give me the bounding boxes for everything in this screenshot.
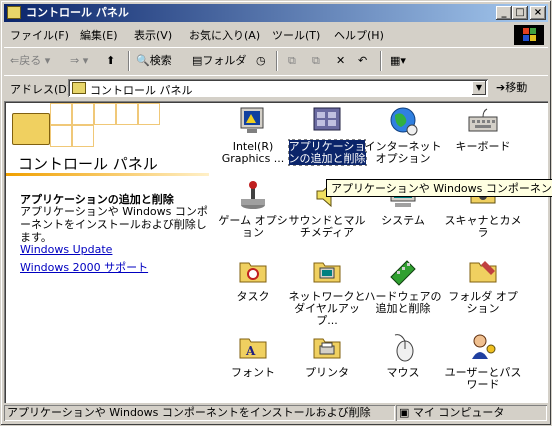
- selected-item-description: アプリケーションや Windows コンポーネントをインストールおよび削除します…: [20, 205, 208, 244]
- title-bar[interactable]: コントロール パネル _ □ ×: [4, 4, 548, 22]
- back-arrow-icon: ⇐: [10, 54, 20, 67]
- window-title: コントロール パネル: [26, 6, 129, 19]
- views-icon[interactable]: ▦▾: [390, 52, 406, 70]
- item-network-dialup[interactable]: ネットワークとダイヤルアップ...: [288, 255, 366, 327]
- menu-edit[interactable]: 編集(E): [80, 27, 118, 43]
- forward-button[interactable]: ⇒ ▾: [70, 52, 88, 70]
- go-button[interactable]: ➔移動: [496, 79, 548, 97]
- item-internet-options[interactable]: インターネット オプション: [364, 105, 442, 165]
- add-remove-programs-icon: [311, 105, 343, 137]
- back-button[interactable]: ⇐戻る ▾: [10, 52, 50, 70]
- chevron-down-icon[interactable]: ▼: [472, 81, 486, 95]
- folders-icon: ▤: [192, 54, 203, 67]
- search-icon: 🔍: [136, 54, 150, 67]
- control-panel-icon: [7, 6, 21, 19]
- hardware-icon: [387, 255, 419, 287]
- item-intel-graphics[interactable]: Intel(R) Graphics ...: [214, 105, 292, 165]
- menu-view[interactable]: 表示(V): [134, 27, 172, 43]
- network-icon: [311, 255, 343, 287]
- item-folder-options[interactable]: フォルダ オプション: [444, 255, 522, 315]
- task-folder-icon: [237, 255, 269, 287]
- page-title: コントロール パネル: [18, 155, 158, 173]
- printer-folder-icon: [311, 331, 343, 363]
- folder-options-icon: [467, 255, 499, 287]
- up-folder-icon[interactable]: ⬆: [106, 52, 115, 70]
- users-passwords-icon: [467, 331, 499, 363]
- menu-bar: ファイル(F) 編集(E) 表示(V) お気に入り(A) ツール(T) ヘルプ(…: [4, 24, 548, 45]
- close-button[interactable]: ×: [530, 6, 546, 20]
- content-area: コントロール パネル アプリケーションの追加と削除 アプリケーションや Wind…: [4, 101, 548, 403]
- address-value: コントロール パネル: [90, 84, 193, 97]
- joystick-icon: [237, 179, 269, 211]
- standard-toolbar: ⇐戻る ▾ ⇒ ▾ ⬆ 🔍検索 ▤フォルダ ◷ ⧉ ⧉ ✕ ↶ ▦▾: [4, 47, 548, 74]
- windows-support-link[interactable]: Windows 2000 サポート: [20, 259, 148, 275]
- menu-help[interactable]: ヘルプ(H): [334, 27, 384, 43]
- address-bar: アドレス(D) コントロール パネル ▼ ➔移動: [4, 75, 548, 100]
- control-panel-icon: [72, 82, 86, 94]
- item-scheduled-tasks[interactable]: タスク: [214, 255, 292, 303]
- address-field[interactable]: コントロール パネル ▼: [68, 79, 488, 97]
- search-button[interactable]: 🔍検索: [136, 52, 172, 70]
- control-panel-large-icon: [12, 113, 50, 145]
- move-to-icon[interactable]: ⧉: [288, 52, 296, 70]
- status-zone: ▣ マイ コンピュータ: [396, 405, 547, 421]
- item-add-remove-programs[interactable]: アプリケーションの追加と削除: [287, 105, 367, 166]
- windows-update-link[interactable]: Windows Update: [20, 243, 112, 256]
- go-arrow-icon: ➔: [496, 81, 506, 94]
- maximize-button[interactable]: □: [512, 6, 528, 20]
- mouse-icon: [387, 331, 419, 363]
- item-keyboard[interactable]: キーボード: [444, 105, 522, 153]
- web-view-pane: コントロール パネル アプリケーションの追加と削除 アプリケーションや Wind…: [6, 103, 209, 401]
- delete-icon[interactable]: ✕: [336, 52, 345, 70]
- history-icon[interactable]: ◷: [256, 52, 266, 70]
- item-add-remove-hardware[interactable]: ハードウェアの追加と削除: [364, 255, 442, 315]
- control-panel-window: コントロール パネル _ □ × ファイル(F) 編集(E) 表示(V) お気に…: [0, 0, 552, 426]
- my-computer-icon: ▣: [399, 406, 410, 419]
- undo-icon[interactable]: ↶: [358, 52, 367, 70]
- item-printers[interactable]: プリンタ: [288, 331, 366, 379]
- tooltip: アプリケーションや Windows コンポーネントをインストールおよび削除します…: [326, 179, 552, 197]
- status-text: アプリケーションや Windows コンポーネントをインストールおよび削除: [4, 405, 395, 421]
- monitor-icon: [237, 105, 269, 137]
- item-users-passwords[interactable]: ユーザーとパスワード: [444, 331, 522, 391]
- item-mouse[interactable]: マウス: [364, 331, 442, 379]
- item-game-options[interactable]: ゲーム オプション: [214, 179, 292, 239]
- menu-favorites[interactable]: お気に入り(A): [189, 27, 260, 43]
- globe-icon: [387, 105, 419, 137]
- icon-view: Intel(R) Graphics ... アプリケーションの追加と削除 インタ…: [210, 103, 546, 401]
- menu-file[interactable]: ファイル(F): [10, 27, 69, 43]
- address-label: アドレス(D): [10, 83, 72, 96]
- fonts-folder-icon: A: [237, 331, 269, 363]
- windows-logo-icon: [514, 25, 544, 45]
- copy-to-icon[interactable]: ⧉: [312, 52, 320, 70]
- minimize-button[interactable]: _: [496, 6, 512, 20]
- menu-tools[interactable]: ツール(T): [272, 27, 320, 43]
- keyboard-icon: [467, 105, 499, 137]
- folders-button[interactable]: ▤フォルダ: [192, 52, 246, 70]
- status-bar: アプリケーションや Windows コンポーネントをインストールおよび削除 ▣ …: [4, 405, 548, 423]
- item-fonts[interactable]: A フォント: [214, 331, 292, 379]
- svg-text:A: A: [245, 344, 256, 358]
